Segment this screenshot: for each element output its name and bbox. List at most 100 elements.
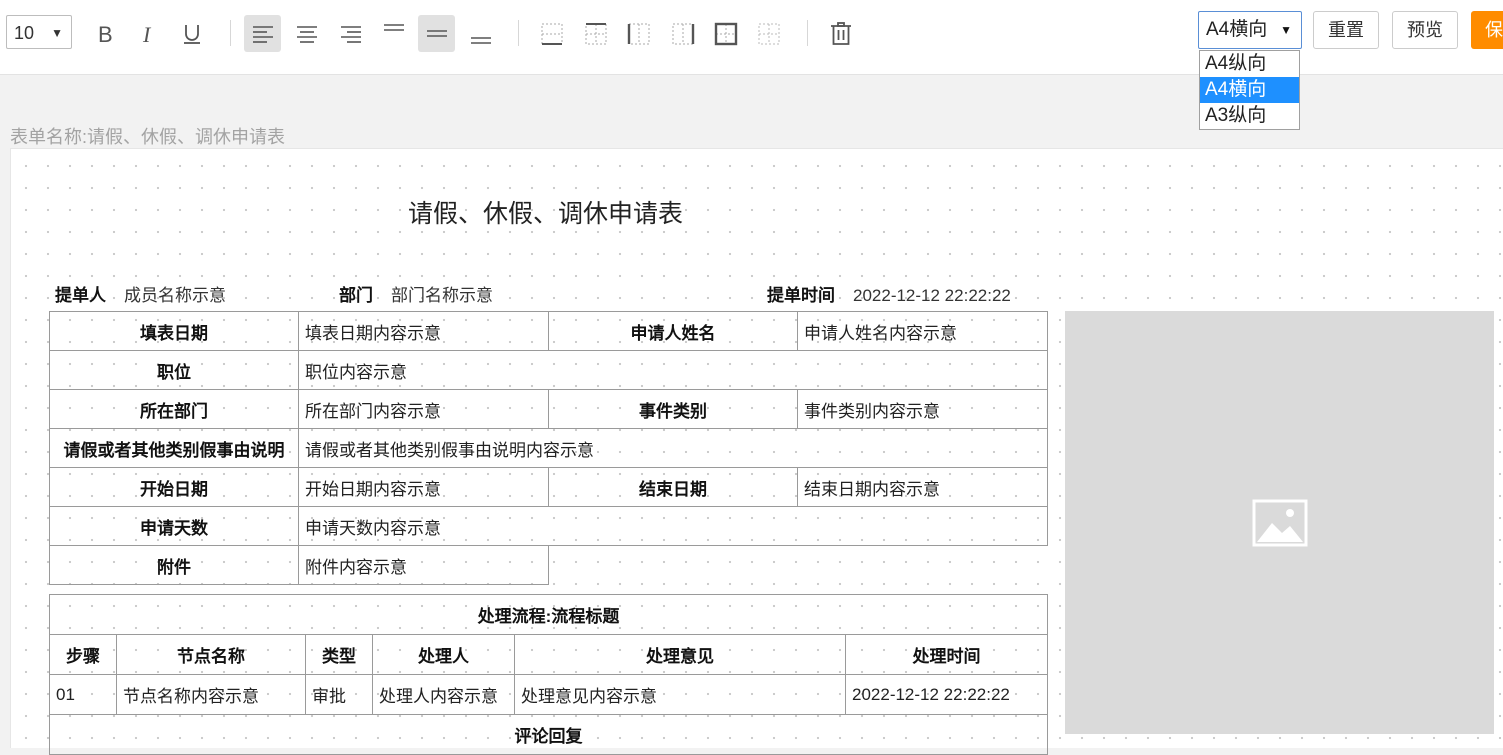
days-value[interactable]: 申请天数内容示意	[298, 506, 1048, 546]
chevron-down-icon: ▼	[51, 26, 63, 40]
fill-date-label[interactable]: 填表日期	[49, 311, 299, 351]
design-canvas[interactable]: 请假、休假、调休申请表 提单人 成员名称示意 部门 部门名称示意 提单时间 2022-…	[10, 148, 1503, 755]
toolbar-separator	[230, 20, 231, 46]
preview-button[interactable]: 预览	[1392, 11, 1458, 49]
flow-cell-time[interactable]: 2022-12-12 22:22:22	[845, 674, 1048, 715]
paper-option-a4-portrait[interactable]: A4纵向	[1200, 51, 1299, 77]
position-value[interactable]: 职位内容示意	[298, 350, 1048, 390]
table-row: 填表日期 填表日期内容示意 申请人姓名 申请人姓名内容示意	[49, 311, 1048, 351]
toolbar-separator	[807, 20, 808, 46]
align-center-icon	[296, 25, 317, 43]
flow-header-time[interactable]: 处理时间	[845, 634, 1048, 675]
valign-bottom-icon	[470, 36, 491, 44]
flow-cell-step[interactable]: 01	[49, 674, 117, 715]
flow-cell-handler[interactable]: 处理人内容示意	[372, 674, 515, 715]
department-meta-value: 部门名称示意	[391, 286, 493, 305]
table-row: 附件 附件内容示意	[49, 545, 1048, 585]
table-row: 步骤 节点名称 类型 处理人 处理意见 处理时间	[49, 634, 1048, 675]
svg-text:B: B	[98, 23, 113, 45]
attachment-value[interactable]: 附件内容示意	[298, 545, 549, 585]
valign-middle-button[interactable]	[418, 15, 455, 52]
flow-header-handler[interactable]: 处理人	[372, 634, 515, 675]
font-size-value: 10	[14, 23, 35, 43]
border-bottom-button[interactable]	[533, 15, 570, 52]
table-row: 开始日期 开始日期内容示意 结束日期 结束日期内容示意	[49, 467, 1048, 507]
position-label[interactable]: 职位	[49, 350, 299, 390]
image-placeholder[interactable]	[1065, 311, 1494, 734]
event-type-label[interactable]: 事件类别	[548, 389, 798, 429]
days-label[interactable]: 申请天数	[49, 506, 299, 546]
flow-header-opinion[interactable]: 处理意见	[514, 634, 846, 675]
table-row: 请假或者其他类别假事由说明 请假或者其他类别假事由说明内容示意	[49, 428, 1048, 468]
reason-value[interactable]: 请假或者其他类别假事由说明内容示意	[298, 428, 1048, 468]
flow-cell-opinion[interactable]: 处理意见内容示意	[514, 674, 846, 715]
document-title[interactable]: 请假、休假、调休申请表	[408, 194, 683, 230]
flow-title[interactable]: 处理流程:流程标题	[49, 594, 1048, 635]
save-button[interactable]: 保	[1471, 11, 1503, 49]
align-left-button[interactable]	[244, 15, 281, 52]
border-top-button[interactable]	[577, 15, 614, 52]
submitter-field[interactable]: 提单人 成员名称示意	[55, 281, 226, 306]
reason-label[interactable]: 请假或者其他类别假事由说明	[49, 428, 299, 468]
image-icon	[1252, 499, 1307, 546]
end-date-label[interactable]: 结束日期	[548, 467, 798, 507]
end-date-value[interactable]: 结束日期内容示意	[797, 467, 1048, 507]
form-name-value: 请假、休假、调休申请表	[87, 127, 286, 147]
delete-button[interactable]	[822, 15, 859, 52]
paper-option-a3-portrait[interactable]: A3纵向	[1200, 103, 1299, 129]
submitter-value: 成员名称示意	[124, 286, 226, 305]
valign-middle-icon	[426, 29, 447, 37]
applicant-value[interactable]: 申请人姓名内容示意	[797, 311, 1048, 351]
paper-size-select[interactable]: A4横向 ▼	[1198, 11, 1302, 49]
flow-header-step[interactable]: 步骤	[49, 634, 117, 675]
paper-option-a4-landscape[interactable]: A4横向	[1200, 77, 1299, 103]
border-left-icon	[627, 23, 649, 44]
font-size-select[interactable]: 10 ▼	[6, 15, 72, 49]
reset-button[interactable]: 重置	[1313, 11, 1379, 49]
paper-size-dropdown: A4纵向 A4横向 A3纵向	[1199, 50, 1300, 130]
submit-time-label: 提单时间	[767, 286, 835, 305]
table-row: 处理流程:流程标题	[49, 594, 1048, 635]
department-value[interactable]: 所在部门内容示意	[298, 389, 549, 429]
bold-button[interactable]: B	[86, 15, 123, 52]
form-name-label: 表单名称:	[10, 127, 88, 147]
table-row: 01 节点名称内容示意 审批 处理人内容示意 处理意见内容示意 2022-12-…	[49, 674, 1048, 715]
valign-top-button[interactable]	[375, 10, 412, 47]
table-row: 评论回复	[49, 714, 1048, 755]
trash-icon	[830, 21, 851, 45]
comment-title[interactable]: 评论回复	[49, 714, 1048, 755]
border-none-button[interactable]	[750, 15, 787, 52]
svg-text:I: I	[142, 23, 152, 45]
align-center-button[interactable]	[288, 15, 325, 52]
flow-header-node[interactable]: 节点名称	[116, 634, 306, 675]
submit-time-field[interactable]: 提单时间 2022-12-12 22:22:22	[767, 281, 1011, 306]
flow-cell-type[interactable]: 审批	[305, 674, 373, 715]
applicant-label[interactable]: 申请人姓名	[548, 311, 798, 351]
border-right-button[interactable]	[664, 15, 701, 52]
department-label[interactable]: 所在部门	[49, 389, 299, 429]
align-right-icon	[340, 25, 361, 43]
start-date-label[interactable]: 开始日期	[49, 467, 299, 507]
event-type-value[interactable]: 事件类别内容示意	[797, 389, 1048, 429]
align-left-icon	[252, 25, 273, 43]
empty-cell	[548, 545, 1048, 585]
border-outer-button[interactable]	[707, 15, 744, 52]
border-right-icon	[672, 23, 694, 44]
attachment-label[interactable]: 附件	[49, 545, 299, 585]
underline-button[interactable]	[173, 15, 210, 52]
border-left-button[interactable]	[620, 15, 657, 52]
valign-bottom-button[interactable]	[462, 22, 499, 59]
underline-icon	[183, 24, 200, 44]
flow-header-type[interactable]: 类型	[305, 634, 373, 675]
align-right-button[interactable]	[332, 15, 369, 52]
italic-button[interactable]: I	[129, 15, 166, 52]
process-flow-table: 处理流程:流程标题 步骤 节点名称 类型 处理人 处理意见 处理时间 01 节点…	[49, 594, 1048, 755]
border-top-icon	[585, 22, 606, 44]
flow-cell-node[interactable]: 节点名称内容示意	[116, 674, 306, 715]
start-date-value[interactable]: 开始日期内容示意	[298, 467, 549, 507]
border-none-icon	[758, 23, 779, 44]
department-meta-field[interactable]: 部门 部门名称示意	[339, 281, 493, 306]
fill-date-value[interactable]: 填表日期内容示意	[298, 311, 549, 351]
form-table: 填表日期 填表日期内容示意 申请人姓名 申请人姓名内容示意 职位 职位内容示意 …	[49, 311, 1048, 585]
toolbar-separator	[518, 20, 519, 46]
